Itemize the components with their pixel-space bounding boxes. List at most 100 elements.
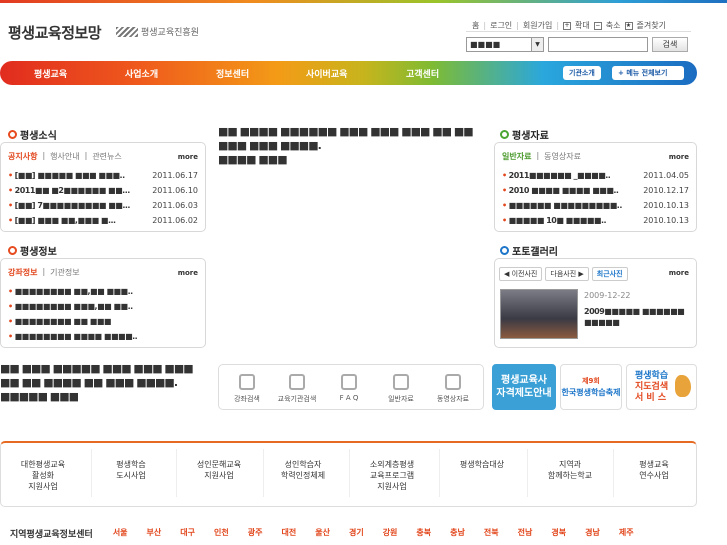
org-logo[interactable]: 평생교육진흥원 [116, 25, 199, 38]
resources-tabs: 일반자료 | 동영상자료 [502, 151, 581, 162]
search-category-value: ■■■■ [470, 40, 501, 49]
nav-item-cyber-edu[interactable]: 사이버교육 [306, 67, 347, 80]
region-link[interactable]: 인천 [214, 527, 229, 540]
search-category-select[interactable]: ■■■■ ▼ [466, 37, 544, 52]
tab-general-resources[interactable]: 일반자료 [502, 151, 531, 162]
top-color-line [0, 0, 727, 3]
gallery-more-link[interactable]: more [669, 269, 689, 277]
quick-institution-search[interactable]: 교육기관검색 [271, 374, 323, 404]
video-icon [445, 374, 461, 390]
banner-educator-certification[interactable]: 평생교육사 자격제도안내 [492, 364, 556, 410]
region-link[interactable]: 대구 [180, 527, 195, 540]
building-icon [289, 374, 305, 390]
tab-news[interactable]: 관련뉴스 [92, 151, 121, 162]
center-notice[interactable]: ■■ ■■■■ ■■■■■■ ■■■ ■■■ ■■■ ■■ ■■ ■■■ ■■■… [218, 125, 483, 167]
region-link[interactable]: 전남 [518, 527, 533, 540]
favorites-link[interactable]: 즐겨찾기 [637, 20, 666, 31]
region-link[interactable]: 강원 [383, 527, 398, 540]
list-item[interactable]: ■■■■■■■■ ■■■,■■ ■■.. [8, 299, 198, 314]
region-link[interactable]: 울산 [315, 527, 330, 540]
business-item[interactable]: 소외계층평생 교육프로그램 지원사업 [355, 459, 429, 492]
zoom-in-link[interactable]: 확대 [575, 20, 590, 31]
banner-learning-festival[interactable]: 제9회 한국평생학습축제 [560, 364, 622, 410]
nav-item-lifelong-edu[interactable]: 평생교육 [34, 67, 67, 80]
news-more-link[interactable]: more [178, 153, 198, 161]
join-link[interactable]: 회원가입 [523, 20, 552, 31]
nav-item-business[interactable]: 사업소개 [125, 67, 158, 80]
star-icon[interactable]: ★ [624, 21, 633, 30]
banner-map-search[interactable]: 평생학습 지도검색 서 비 스 [626, 364, 697, 410]
korea-map-icon [675, 375, 691, 397]
region-link[interactable]: 충북 [416, 527, 431, 540]
login-link[interactable]: 로그인 [490, 20, 512, 31]
list-item[interactable]: ■■■■■■■■ ■■■■ ■■■■.. [8, 329, 198, 344]
list-item[interactable]: ■■■■■■■■ ■■,■■ ■■■.. [8, 284, 198, 299]
tab-events[interactable]: 행사안내 [50, 151, 79, 162]
zoom-out-link[interactable]: 축소 [606, 20, 621, 31]
zoom-out-icon[interactable]: − [593, 21, 602, 30]
list-item[interactable]: [■■] ■■■ ■■,■■■ ■...2011.06.02 [8, 213, 198, 228]
business-item[interactable]: 대한평생교육 활성화 지원사업 [11, 459, 75, 492]
search-input[interactable] [548, 37, 648, 52]
tab-institution-info[interactable]: 기관정보 [50, 267, 79, 278]
business-item[interactable]: 성인학습자 학력인정체제 [267, 459, 339, 481]
quick-course-search[interactable]: 강좌검색 [221, 374, 273, 404]
business-menu: 대한평생교육 활성화 지원사업 평생학습 도시사업 성인문해교육 지원사업 성인학습자 학… [0, 441, 697, 507]
tab-notice[interactable]: 공지사항 [8, 151, 37, 162]
nav-item-customer[interactable]: 고객센터 [406, 67, 439, 80]
list-item[interactable]: ■■■■■■■■ ■■ ■■■ [8, 314, 198, 329]
region-link[interactable]: 경북 [551, 527, 566, 540]
region-link[interactable]: 경기 [349, 527, 364, 540]
org-name: 평생교육진흥원 [141, 28, 199, 38]
site-logo[interactable]: 평생교육정보망 [8, 22, 102, 43]
org-mark-icon [116, 26, 138, 37]
region-link[interactable]: 대전 [281, 527, 296, 540]
org-intro-button[interactable]: 기관소개 [563, 66, 601, 80]
search-button[interactable]: 검색 [652, 37, 688, 52]
region-link[interactable]: 제주 [619, 527, 634, 540]
business-item[interactable]: 지역과 함께하는학교 [533, 459, 607, 481]
tab-video-resources[interactable]: 동영상자료 [544, 151, 581, 162]
region-link[interactable]: 전북 [484, 527, 499, 540]
info-tabs: 강좌정보 | 기관정보 [8, 267, 80, 278]
region-link[interactable]: 부산 [147, 527, 162, 540]
regional-centers: 지역평생교육정보센터 서울 부산 대구 인천 광주 대전 울산 경기 강원 충북… [10, 527, 653, 540]
utility-links: 홈 | 로그인 | 회원가입 | + 확대 − 축소 ★ 즐겨찾기 [466, 20, 691, 32]
list-item[interactable]: ■■■■■ 10■ ■■■■■..2010.10.13 [502, 213, 689, 228]
region-link[interactable]: 충남 [450, 527, 465, 540]
latest-photo-button[interactable]: 최근사진 [591, 267, 628, 281]
quick-general-resources[interactable]: 일반자료 [375, 374, 427, 404]
tab-course-info[interactable]: 강좌정보 [8, 267, 37, 278]
bullet-icon [8, 130, 17, 139]
list-item[interactable]: [■■] 7■■■■■■■■■ ■■...2011.06.03 [8, 198, 198, 213]
home-link[interactable]: 홈 [472, 20, 479, 31]
gallery-box: ◀ 이전사진 다음사진 ▶ 최근사진 more 2009-12-22 2009■… [494, 258, 697, 348]
business-item[interactable]: 평생학습 도시사업 [99, 459, 163, 481]
quick-video-resources[interactable]: 동영상자료 [427, 374, 479, 404]
news-section-title: 평생소식 [8, 127, 57, 142]
gallery-caption[interactable]: 2009■■■■■ ■■■■■■ ■■■■■ [584, 306, 692, 328]
quick-faq[interactable]: F A Q [323, 374, 375, 402]
list-item[interactable]: 2011■■ ■2■■■■■■ ■■...2011.06.10 [8, 183, 198, 198]
list-item[interactable]: 2011■■■■■■ _■■■■..2011.04.05 [502, 168, 689, 183]
main-nav: 평생교육 사업소개 정보센터 사이버교육 고객센터 기관소개 + 메뉴 전체보기 [0, 61, 697, 85]
resources-more-link[interactable]: more [669, 153, 689, 161]
gallery-photo[interactable] [500, 289, 578, 339]
list-item[interactable]: [■■] ■■■■■ ■■■ ■■■..2011.06.17 [8, 168, 198, 183]
left-notice[interactable]: ■■ ■■■ ■■■■■ ■■■ ■■■ ■■■ ■■ ■■ ■■■■ ■■ ■… [0, 362, 205, 404]
zoom-in-icon[interactable]: + [563, 21, 572, 30]
list-item[interactable]: ■■■■■■ ■■■■■■■■■..2010.10.13 [502, 198, 689, 213]
next-photo-button[interactable]: 다음사진 ▶ [545, 267, 589, 281]
business-item[interactable]: 성인문해교육 지원사업 [184, 459, 254, 481]
region-link[interactable]: 경남 [585, 527, 600, 540]
region-link[interactable]: 광주 [248, 527, 263, 540]
prev-photo-button[interactable]: ◀ 이전사진 [499, 267, 543, 281]
info-more-link[interactable]: more [178, 269, 198, 277]
business-item[interactable]: 평생학습대상 [445, 459, 519, 470]
business-item[interactable]: 평생교육 연수사업 [621, 459, 687, 481]
all-menu-button[interactable]: + 메뉴 전체보기 [612, 66, 684, 80]
quick-menu: 강좌검색 교육기관검색 F A Q 일반자료 동영상자료 [218, 364, 484, 410]
nav-item-info-center[interactable]: 정보센터 [216, 67, 249, 80]
region-link[interactable]: 서울 [113, 527, 128, 540]
list-item[interactable]: 2010 ■■■■ ■■■■ ■■■..2010.12.17 [502, 183, 689, 198]
